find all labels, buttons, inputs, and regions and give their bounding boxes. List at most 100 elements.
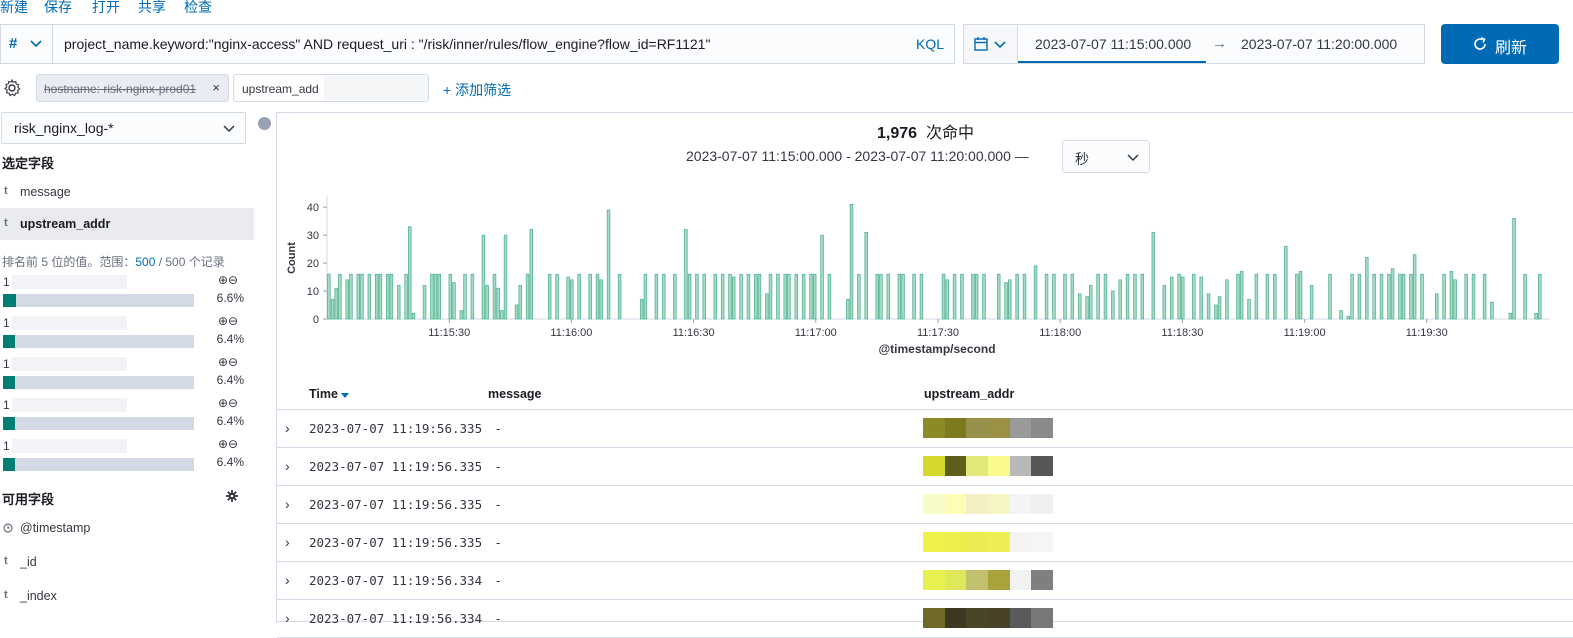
histogram-bar [1077,293,1082,320]
chevron-down-icon [223,125,235,133]
histogram-bar [356,273,361,320]
top-value-label: 1 [3,398,10,412]
histogram-bar [662,273,666,320]
refresh-button[interactable]: 刷新 [1441,24,1559,64]
row-time: 2023-07-07 11:19:56.335 [309,535,483,550]
filter-for-value-icon[interactable]: ⊕⊖ [218,273,238,287]
available-fields-title: 可用字段 [2,492,55,507]
histogram-bar [1151,231,1156,320]
redacted-pixel [988,570,1010,590]
histogram-bar [1103,273,1108,320]
histogram-bar [1412,254,1417,320]
field-timestamp[interactable]: @timestamp [0,512,254,544]
menu-new[interactable]: 新建 [0,0,28,17]
histogram-bar [1346,315,1351,320]
histogram-bar [496,287,500,320]
end-date[interactable]: 2023-07-07 11:20:00.000 [1224,25,1424,63]
expand-row-icon[interactable]: › [285,610,290,626]
hash-icon: # [9,35,18,52]
add-filter-button[interactable]: + 添加筛选 [443,80,511,100]
expand-row-icon[interactable]: › [285,420,290,436]
collapse-sidebar-icon[interactable] [258,117,271,130]
query-language-menu[interactable]: # [1,25,53,63]
query-input[interactable]: project_name.keyword:"nginx-access" AND … [64,36,710,52]
row-time: 2023-07-07 11:19:56.335 [309,459,483,474]
field-upstream-addr[interactable]: t upstream_addr [0,208,254,240]
field-id[interactable]: t _id [0,546,254,578]
histogram-bar [327,273,331,320]
menu-save[interactable]: 保存 [44,0,72,17]
top-value-row: 1 ⊕⊖ 6.6% [0,273,250,316]
histogram-bar [1387,273,1391,320]
top-values-count[interactable]: 500 [135,255,155,269]
histogram-bar [411,313,416,320]
histogram-bar [879,273,883,320]
expand-row-icon[interactable]: › [285,496,290,512]
menu-share[interactable]: 共享 [138,0,166,17]
top-value-row: 1 ⊕⊖ 6.4% [0,314,250,357]
field-index[interactable]: t _index [0,580,254,612]
filter-for-value-icon[interactable]: ⊕⊖ [218,314,238,328]
filter-pill-hostname[interactable]: hostname: risk-nginx-prod01 × [36,74,229,102]
gear-icon[interactable] [226,490,238,502]
close-icon[interactable]: × [212,80,220,95]
top-value-bar [3,417,194,430]
histogram-bar [577,273,581,320]
table-row[interactable]: › 2023-07-07 11:19:56.335- [277,448,1573,486]
column-header-label: Time [309,387,338,401]
interval-select[interactable]: 秒 [1062,140,1150,173]
gear-icon[interactable] [3,79,21,97]
column-header-time[interactable]: Time [309,387,350,401]
filter-for-value-icon[interactable]: ⊕⊖ [218,437,238,451]
top-value-bar [3,294,194,307]
top-value-bar-fill [3,335,16,348]
table-header: Time message upstream_addr [277,381,1573,410]
menu-open[interactable]: 打开 [92,0,120,17]
redacted-pixel [988,532,1010,552]
histogram-bar [996,273,1001,320]
filter-pill-upstream[interactable]: upstream_add [233,74,429,102]
index-pattern-select[interactable]: risk_nginx_log-* [1,112,246,144]
kql-toggle[interactable]: KQL [916,36,944,52]
histogram-bar [1309,285,1314,320]
table-row[interactable]: › 2023-07-07 11:19:56.334- [277,562,1573,600]
column-header-message[interactable]: message [488,387,542,401]
redacted-pixel [1031,456,1054,476]
top-value-label: 1 [3,316,10,330]
table-row[interactable]: › 2023-07-07 11:19:56.335- [277,486,1573,524]
redacted-pixel [988,608,1010,628]
expand-row-icon[interactable]: › [285,458,290,474]
table-row[interactable]: › 2023-07-07 11:19:56.334- [277,600,1573,638]
x-tick-label: 11:17:30 [917,327,959,339]
menu-inspect[interactable]: 检查 [184,0,212,17]
histogram-bar [1273,273,1277,320]
histogram-bar [1070,273,1075,320]
field-message[interactable]: t message [0,176,254,208]
filter-for-value-icon[interactable]: ⊕⊖ [218,355,238,369]
expand-row-icon[interactable]: › [285,572,290,588]
histogram-bar [912,273,916,320]
x-tick-label: 11:19:00 [1284,327,1326,339]
histogram-chart[interactable]: 0 10 20 30 40 11:15:30 11:16:00 11:16:30 11:17:0… [277,188,1567,363]
histogram-bar [389,273,394,320]
histogram-bar [338,273,342,320]
redacted-area [12,275,127,289]
histogram-bar [1247,299,1251,320]
expand-row-icon[interactable]: › [285,534,290,550]
table-row[interactable]: › 2023-07-07 11:19:56.335- [277,410,1573,448]
histogram-bar [1365,257,1369,320]
table-row[interactable]: › 2023-07-07 11:19:56.335- [277,524,1573,562]
histogram-bar [1217,296,1222,320]
histogram-bar [1177,273,1181,320]
histogram-bar [345,279,349,320]
redacted-area [12,439,127,453]
start-date[interactable]: 2023-07-07 11:15:00.000 [1018,25,1206,63]
histogram-bar [1295,273,1299,320]
field-name: _id [20,555,37,569]
histogram-bar [787,273,791,320]
histogram-bar [1328,273,1332,320]
quick-select-button[interactable] [964,25,1018,63]
filter-for-value-icon[interactable]: ⊕⊖ [218,396,238,410]
date-picker: 2023-07-07 11:15:00.000 → 2023-07-07 11:… [963,24,1425,64]
column-header-upstream[interactable]: upstream_addr [924,387,1014,401]
